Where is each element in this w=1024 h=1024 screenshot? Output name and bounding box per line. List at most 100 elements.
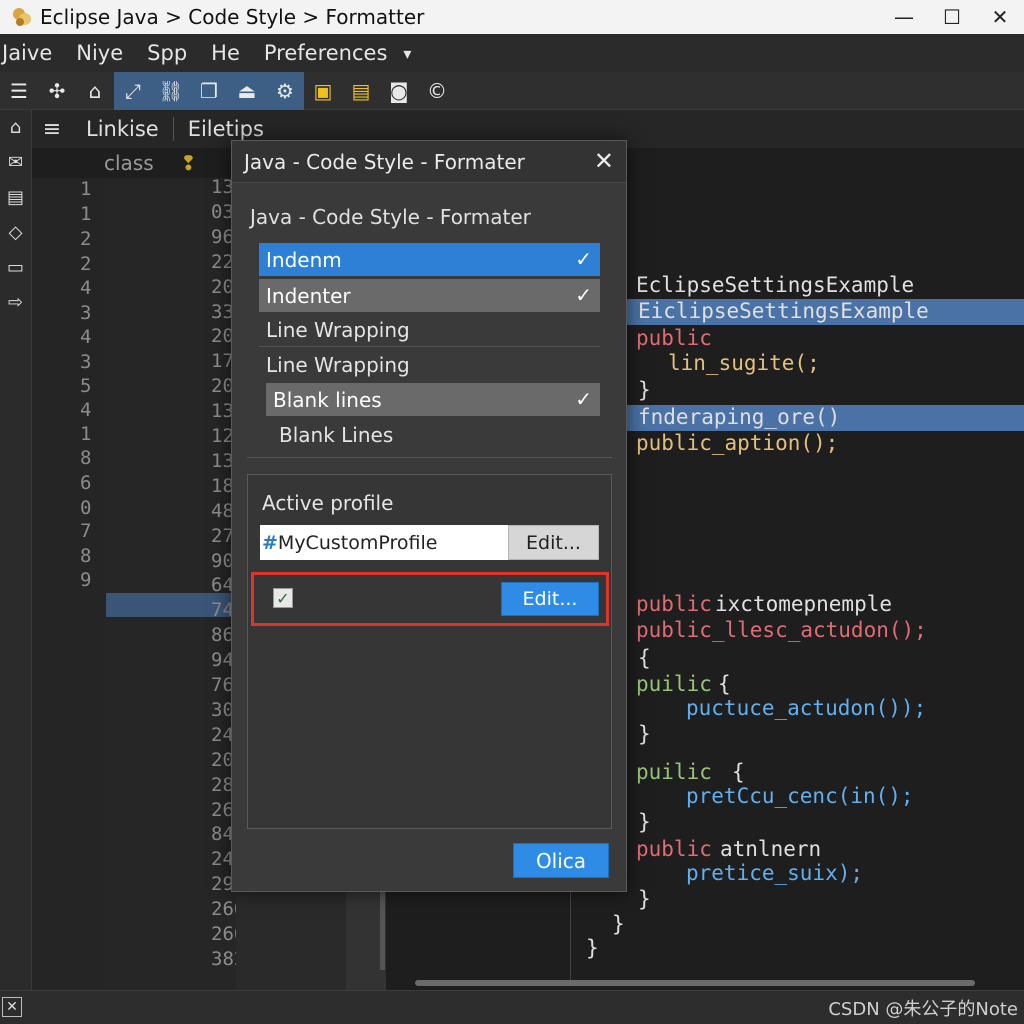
dialog-subtitle: Java - Code Style - Formater: [250, 205, 531, 229]
gear-icon[interactable]: ⚙: [266, 72, 304, 110]
home-outline-icon[interactable]: ⌂: [0, 110, 31, 145]
line-number: 1: [80, 423, 92, 445]
vertical-scrollbar[interactable]: [380, 880, 385, 970]
code-line: pretice_suix);: [686, 861, 864, 885]
option-indenter[interactable]: Indenter ✓: [259, 279, 600, 312]
check-icon: ✓: [575, 247, 592, 271]
code-line: {: [718, 672, 731, 696]
line-number: 4: [80, 326, 92, 348]
status-bar: ✕ CSDN @朱公子的Note: [0, 990, 1024, 1024]
close-window-button[interactable]: ✕: [976, 0, 1024, 34]
plug-icon[interactable]: ✣: [38, 72, 76, 110]
tab-linkise[interactable]: Linkise: [72, 117, 174, 141]
option-blank-lines-2[interactable]: Blank Lines: [272, 418, 600, 451]
line-number: 0: [80, 497, 92, 519]
line-number: 6: [80, 472, 92, 494]
divider: [259, 346, 600, 347]
code-line: {: [638, 646, 651, 670]
code-line: EiclipseSettingsExample: [638, 299, 929, 323]
code-line: puctuce_actudon());: [686, 696, 927, 720]
profile-hash: #: [262, 531, 278, 554]
hamburger-icon[interactable]: ≡: [32, 117, 72, 142]
menu-spp[interactable]: Spp: [133, 41, 197, 65]
line-number: 4: [80, 399, 92, 421]
option-blank-lines[interactable]: Blank lines ✓: [266, 383, 600, 416]
ok-button[interactable]: Olica: [513, 843, 609, 878]
line-number: 3: [80, 351, 92, 373]
line-number: 8: [80, 447, 92, 469]
code-line: }: [638, 378, 651, 402]
code-line: {: [732, 760, 745, 784]
code-line: pretCcu_cenc(in();: [686, 784, 914, 808]
close-box-icon[interactable]: ✕: [2, 997, 22, 1017]
code-line: fnderaping_ore(): [638, 405, 841, 429]
option-line-wrapping-2[interactable]: Line Wrapping: [259, 348, 600, 381]
maximize-button[interactable]: ☐: [928, 0, 976, 34]
link-icon[interactable]: ⛓: [152, 72, 190, 110]
minimize-button[interactable]: —: [880, 0, 928, 34]
clipboard-icon[interactable]: ▭: [0, 250, 31, 285]
code-line: puilic: [636, 672, 712, 696]
profile-name-field[interactable]: # MyCustomProfile: [260, 525, 508, 560]
edit-profile-button[interactable]: Edit...: [508, 525, 599, 560]
code-line: public: [636, 592, 712, 616]
line-number: 2: [80, 228, 92, 250]
line-number: 9: [80, 569, 92, 591]
menu-niye[interactable]: Niye: [62, 41, 133, 65]
window-title: Eclipse Java > Code Style > Formatter: [40, 5, 425, 29]
option-indent[interactable]: Indenm ✓: [259, 243, 600, 276]
eclipse-app-icon: [10, 5, 34, 29]
code-line: }: [638, 810, 651, 834]
code-line: ixctomepnemple: [715, 592, 893, 616]
code-line: }: [638, 722, 651, 746]
edit-button-primary[interactable]: Edit...: [501, 582, 599, 616]
profile-name-value: MyCustomProfile: [277, 531, 438, 554]
line-number: 2: [80, 253, 92, 275]
menu-he[interactable]: He: [197, 41, 250, 65]
active-profile-label: Active profile: [262, 491, 394, 515]
enable-checkbox[interactable]: ✓: [273, 588, 293, 608]
copy-icon[interactable]: ❐: [190, 72, 228, 110]
code-line: }: [586, 936, 599, 960]
tab-eiletips[interactable]: Eiletips: [174, 117, 278, 141]
code-line: atnlnern: [720, 837, 822, 861]
menu-dropdown-icon[interactable]: ▾: [397, 44, 421, 63]
formatter-dialog: Java - Code Style - Formater ✕ Java - Co…: [231, 140, 627, 892]
wand-icon[interactable]: ⤢: [114, 72, 152, 110]
document-icon[interactable]: ▤: [0, 180, 31, 215]
code-line: }: [612, 912, 625, 936]
left-side-strip: ⌂ ✉ ▤ ◇ ▭ ⇨: [0, 110, 32, 990]
line-number: 4: [80, 277, 92, 299]
line-number: 5: [80, 375, 92, 397]
menu-preferences[interactable]: Preferences: [250, 41, 398, 65]
dialog-title: Java - Code Style - Formater: [244, 150, 525, 174]
arrow-right-icon[interactable]: ⇨: [0, 285, 31, 320]
line-number: 1: [80, 203, 92, 225]
toolbar: ☰ ✣ ⌂ ⤢ ⛓ ❐ ⏏ ⚙ ▣ ▤ ◙ ©: [0, 71, 1024, 110]
search-doc-icon[interactable]: ▤: [342, 72, 380, 110]
code-line: public_llesc_actudon();: [636, 618, 927, 642]
menu-bar: Jaive Niye Spp He Preferences ▾: [0, 34, 1024, 72]
breadcrumb: class ❢elip: [32, 148, 232, 199]
code-line: public_aption();: [636, 431, 839, 455]
title-bar: Eclipse Java > Code Style > Formatter — …: [0, 0, 1024, 34]
code-line: lin_sugite(;: [668, 351, 820, 375]
home-icon[interactable]: ⌂: [76, 72, 114, 110]
upload-icon[interactable]: ⏏: [228, 72, 266, 110]
dialog-close-button[interactable]: ✕: [594, 147, 614, 175]
line-number-gutter: [32, 178, 106, 990]
mail-icon[interactable]: ✉: [0, 145, 31, 180]
breadcrumb-class[interactable]: class: [104, 151, 154, 175]
copyright-icon[interactable]: ©: [418, 72, 456, 110]
watermark: CSDN @朱公子的Note: [828, 999, 1018, 1020]
horizontal-scrollbar[interactable]: [415, 980, 975, 986]
active-profile-group: Active profile # MyCustomProfile Edit... …: [247, 474, 612, 829]
note-icon[interactable]: ▣: [304, 72, 342, 110]
code-line: EclipseSettingsExample: [636, 273, 915, 297]
menu-jaive[interactable]: Jaive: [0, 41, 62, 65]
camera-icon[interactable]: ◙: [380, 72, 418, 110]
diamond-icon[interactable]: ◇: [0, 215, 31, 250]
check-icon: ✓: [575, 283, 592, 307]
option-line-wrapping[interactable]: Line Wrapping: [259, 313, 600, 346]
list-icon[interactable]: ☰: [0, 72, 38, 110]
